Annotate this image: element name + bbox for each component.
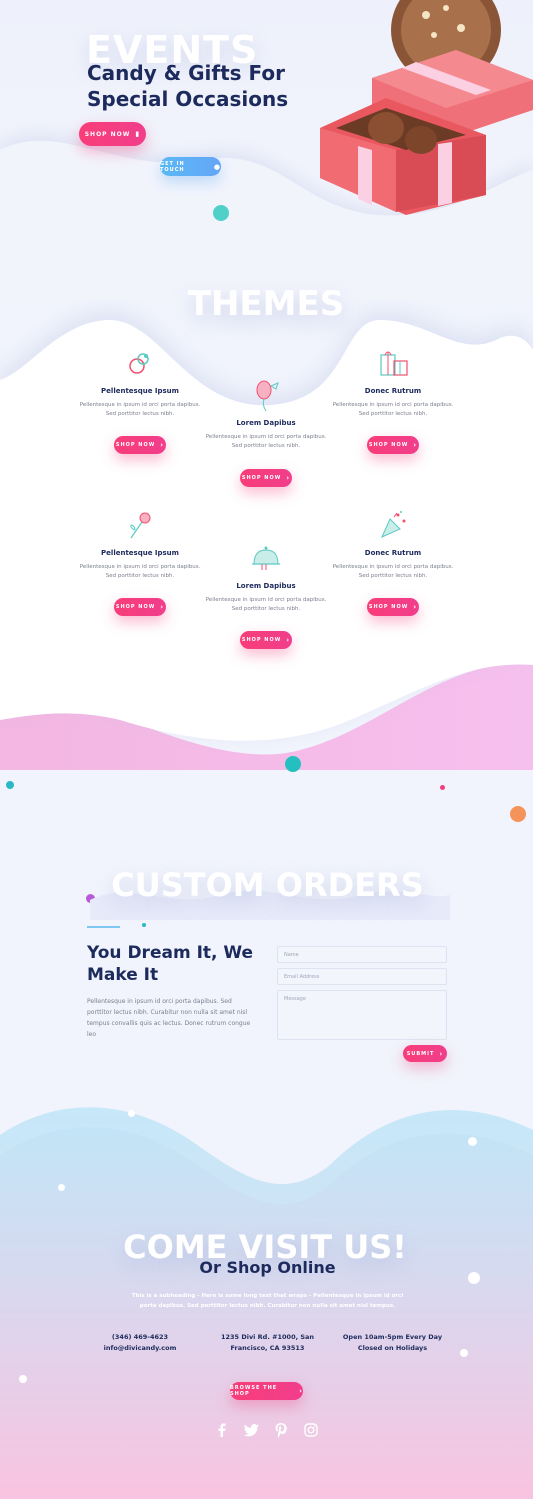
white-dot xyxy=(19,1375,27,1383)
visit-subheading: Or Shop Online xyxy=(199,1258,336,1277)
theme-card: Pellentesque Ipsum Pellentesque in ipsum… xyxy=(70,345,210,419)
chevron-right-icon: › xyxy=(286,636,291,644)
card-shop-now-button[interactable]: SHOP NOW › xyxy=(367,436,419,454)
gift-box-illustration xyxy=(320,0,533,215)
address-info: 1235 Divi Rd. #1000, San Francisco, CA 9… xyxy=(210,1332,325,1354)
card-shop-now-button[interactable]: SHOP NOW › xyxy=(114,598,166,616)
card-title: Lorem Dapibus xyxy=(236,419,296,427)
card-description: Pellentesque in ipsum id orci porta dapi… xyxy=(332,564,454,579)
custom-orders-heading: CUSTOM ORDERS xyxy=(111,866,424,904)
card-shop-now-button[interactable]: SHOP NOW › xyxy=(367,598,419,616)
hours-info: Open 10am-5pm Every Day Closed on Holida… xyxy=(335,1332,450,1354)
visit-intro: This is a subheading - Here is some long… xyxy=(131,1293,404,1309)
theme-card: Donec Rutrum Pellentesque in ipsum id or… xyxy=(323,507,463,581)
custom-orders-title: You Dream It, We Make It xyxy=(87,943,254,985)
contact-info: (346) 469-4623 info@divicandy.com xyxy=(90,1332,190,1354)
email-field[interactable]: Email Address xyxy=(277,968,447,985)
card-shop-now-button[interactable]: SHOP NOW › xyxy=(114,436,166,454)
accent-line xyxy=(87,926,120,928)
card-button-label: SHOP NOW xyxy=(115,442,156,448)
phone-number: (346) 469-4623 xyxy=(111,1333,169,1341)
card-title: Pellentesque Ipsum xyxy=(101,387,179,395)
pacifier-icon xyxy=(70,345,210,381)
get-in-touch-button[interactable]: GET IN TOUCH ● xyxy=(160,157,221,176)
orange-dot xyxy=(510,806,526,822)
bag-icon: ▮ xyxy=(135,130,141,138)
shop-now-label: SHOP NOW xyxy=(84,130,131,138)
white-dot xyxy=(460,1349,468,1357)
gift-boxes-icon xyxy=(323,345,463,381)
card-title: Donec Rutrum xyxy=(364,549,422,557)
browse-shop-button[interactable]: BROWSE THE SHOP › xyxy=(230,1382,303,1400)
custom-orders-body: Pellentesque in ipsum id orci porta dapi… xyxy=(87,998,251,1038)
name-field[interactable]: Name xyxy=(277,946,447,963)
submit-button[interactable]: SUBMIT › xyxy=(403,1045,447,1062)
chevron-right-icon: › xyxy=(160,441,165,449)
shop-now-button[interactable]: SHOP NOW ▮ xyxy=(79,122,146,146)
teal-dot xyxy=(213,205,229,221)
white-dot xyxy=(468,1272,480,1284)
chat-icon: ● xyxy=(213,162,221,171)
hero-title: Candy & Gifts For Special Occasions xyxy=(87,61,289,111)
card-title: Pellentesque Ipsum xyxy=(101,549,179,557)
theme-card: Lorem Dapibus Pellentesque in ipsum id o… xyxy=(196,377,336,451)
chevron-right-icon: › xyxy=(299,1387,303,1395)
white-dot xyxy=(128,1110,135,1117)
balloon-icon xyxy=(196,377,336,413)
card-button-label: SHOP NOW xyxy=(241,475,282,481)
message-field[interactable]: Message xyxy=(277,990,447,1040)
get-in-touch-label: GET IN TOUCH xyxy=(160,160,185,173)
teal-dot xyxy=(6,781,14,789)
submit-label: SUBMIT xyxy=(406,1050,435,1057)
email-address: info@divicandy.com xyxy=(103,1344,177,1352)
pink-dot xyxy=(440,785,445,790)
theme-card: Donec Rutrum Pellentesque in ipsum id or… xyxy=(323,345,463,419)
card-shop-now-button[interactable]: SHOP NOW › xyxy=(240,631,292,649)
instagram-icon[interactable] xyxy=(303,1422,319,1438)
chevron-right-icon: › xyxy=(413,603,418,611)
card-button-label: SHOP NOW xyxy=(368,442,409,448)
address-line-2: Francisco, CA 93513 xyxy=(230,1344,305,1352)
white-dot xyxy=(468,1137,477,1146)
chevron-right-icon: › xyxy=(160,603,165,611)
chevron-right-icon: › xyxy=(439,1049,444,1058)
cloche-icon xyxy=(196,540,336,576)
card-title: Donec Rutrum xyxy=(364,387,422,395)
white-dot xyxy=(58,1184,65,1191)
card-description: Pellentesque in ipsum id orci porta dapi… xyxy=(79,402,201,417)
pinterest-icon[interactable] xyxy=(273,1422,289,1438)
teal-dot xyxy=(285,756,301,772)
address-line-1: 1235 Divi Rd. #1000, San xyxy=(220,1333,315,1341)
card-description: Pellentesque in ipsum id orci porta dapi… xyxy=(332,402,454,417)
theme-card: Lorem Dapibus Pellentesque in ipsum id o… xyxy=(196,540,336,614)
themes-heading: THEMES xyxy=(187,284,345,324)
card-description: Pellentesque in ipsum id orci porta dapi… xyxy=(79,564,201,579)
card-description: Pellentesque in ipsum id orci porta dapi… xyxy=(205,434,327,449)
twitter-icon[interactable] xyxy=(243,1422,259,1438)
card-title: Lorem Dapibus xyxy=(236,582,296,590)
chevron-right-icon: › xyxy=(286,474,291,482)
hours-line-2: Closed on Holidays xyxy=(357,1344,428,1352)
chevron-right-icon: › xyxy=(413,441,418,449)
rose-icon xyxy=(70,507,210,543)
teal-dot xyxy=(142,923,146,927)
card-button-label: SHOP NOW xyxy=(115,604,156,610)
browse-shop-label: BROWSE THE SHOP xyxy=(230,1385,278,1397)
party-popper-icon xyxy=(323,507,463,543)
card-description: Pellentesque in ipsum id orci porta dapi… xyxy=(205,597,327,612)
card-button-label: SHOP NOW xyxy=(368,604,409,610)
card-shop-now-button[interactable]: SHOP NOW › xyxy=(240,469,292,487)
hours-line-1: Open 10am-5pm Every Day xyxy=(342,1333,443,1341)
card-button-label: SHOP NOW xyxy=(241,637,282,643)
theme-card: Pellentesque Ipsum Pellentesque in ipsum… xyxy=(70,507,210,581)
facebook-icon[interactable] xyxy=(214,1422,230,1438)
